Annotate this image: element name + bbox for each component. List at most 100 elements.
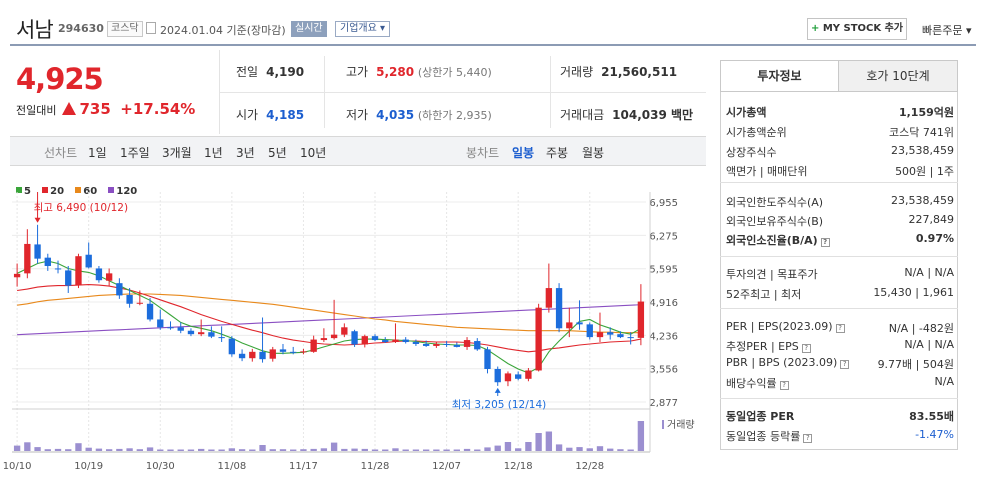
invest-row-label: 외국인한도주식수(A) (726, 196, 824, 209)
period-10y[interactable]: 10년 (300, 144, 326, 161)
annotation-arrow (34, 217, 41, 223)
candle-body (290, 351, 297, 353)
period-1y[interactable]: 1년 (204, 144, 223, 161)
volume-bar (269, 449, 276, 451)
change-value: 735 (79, 100, 111, 118)
volume-bar (596, 446, 604, 451)
x-tick-label: 10/30 (146, 461, 175, 472)
candle-body (126, 294, 133, 304)
volume-bar (95, 448, 103, 451)
candle-body (187, 330, 195, 335)
volume-bar (300, 449, 307, 451)
y-tick-label: 6,275 (649, 231, 678, 242)
help-icon[interactable]: ? (779, 381, 789, 390)
invest-row-value: 23,538,459 (891, 144, 954, 157)
candle-body (177, 327, 184, 331)
invest-row-label: 상장주식수 (726, 146, 777, 159)
invest-row-value: N/A | -482원 (888, 322, 954, 335)
x-tick-label: 11/28 (361, 461, 390, 472)
volume-bar (105, 449, 113, 451)
invest-row: 상장주식수 23,538,459 (726, 144, 954, 162)
y-tick-label: 6,955 (649, 198, 678, 209)
volume-bar (341, 448, 348, 451)
invest-row-value: 23,538,459 (891, 194, 954, 207)
invest-row: 배당수익률? N/A (726, 375, 954, 393)
period-5y[interactable]: 5년 (268, 144, 287, 161)
candle-daily[interactable]: 일봉 (512, 144, 534, 161)
add-mystock-button[interactable]: + MY STOCK 추가 (807, 18, 907, 40)
invest-row-label: 시가총액 (726, 106, 767, 119)
volume-bar (494, 445, 501, 451)
invest-row: 추정PER | EPS? N/A | N/A (726, 338, 954, 356)
invest-row-label: 액면가 | 매매단위 (726, 165, 808, 178)
invest-row-value: 9.77배 | 504원 (877, 358, 954, 371)
document-icon (146, 22, 156, 34)
volume-bar (627, 449, 634, 451)
candle-weekly[interactable]: 주봉 (546, 144, 568, 161)
period-3m[interactable]: 3개월 (162, 144, 192, 161)
quick-order-button[interactable]: 빠른주문 ▾ (922, 22, 972, 38)
x-tick-label: 10/19 (74, 461, 103, 472)
help-icon[interactable]: ? (803, 434, 813, 443)
price-block: 4,925 전일대비 735 +17.54% (10, 50, 220, 134)
invest-row-value: 15,430 | 1,961 (873, 286, 954, 299)
period-3y[interactable]: 3년 (236, 144, 255, 161)
candle-monthly[interactable]: 월봉 (582, 144, 604, 161)
invest-row: 투자의견 | 목표주가 N/A | N/A (726, 266, 954, 284)
candle-body (24, 243, 31, 274)
volume-bar (146, 447, 154, 451)
invest-row-label: 외국인소진율(B/A)? (726, 232, 830, 248)
tab-quote-10[interactable]: 호가 10단계 (839, 61, 957, 91)
candlestick-chart[interactable]: 2,877 3,556 4,236 4,916 5,595 6,275 6,955 최고 6,… (0, 180, 710, 482)
y-tick-label: 5,595 (649, 265, 678, 276)
candle-body (146, 303, 154, 320)
help-icon[interactable]: ? (840, 360, 850, 369)
header-bar: 서남 294630 코스닥 2024.01.04 기준(장마감) 실시간 기업개… (10, 8, 976, 46)
invest-row-value: 83.55배 (909, 410, 954, 423)
candle-body (320, 338, 328, 341)
volume-bar (218, 449, 225, 451)
candle-body (596, 332, 604, 338)
volume-bar (412, 449, 420, 451)
volume-bar (382, 449, 389, 451)
candle-body (116, 283, 123, 296)
help-icon[interactable]: ? (835, 324, 845, 333)
volume-bar (13, 445, 21, 451)
candle-body (504, 373, 512, 382)
help-icon[interactable]: ? (801, 344, 811, 353)
candle-body (402, 339, 409, 343)
x-tick-label: 11/17 (289, 461, 318, 472)
period-1d[interactable]: 1일 (88, 144, 107, 161)
divider (720, 256, 958, 257)
tab-invest-info[interactable]: 투자정보 (721, 61, 839, 91)
period-1w[interactable]: 1주일 (120, 144, 150, 161)
candle-body (443, 343, 450, 345)
volume-bar (484, 447, 491, 451)
open-price: 시가 4,185 (236, 108, 305, 122)
invest-row-label: 시가총액순위 (726, 126, 787, 139)
volume-bar (208, 449, 215, 451)
invest-row-value: N/A (934, 375, 954, 388)
volume-bar (249, 449, 256, 451)
candle-body (95, 268, 103, 281)
invest-row-label: 투자의견 | 목표주가 (726, 268, 818, 281)
candle-body (279, 349, 287, 352)
volume-bar (228, 448, 236, 451)
volume-bar (310, 448, 317, 451)
candle-body (228, 338, 236, 355)
invest-row: PER | EPS(2023.09)? N/A | -482원 (726, 320, 954, 338)
invest-row: 외국인보유주식수(B) 227,849 (726, 213, 954, 231)
company-info-button[interactable]: 기업개요 ▾ (335, 21, 390, 37)
invest-tabs: 투자정보 호가 10단계 (720, 60, 958, 92)
realtime-button[interactable]: 실시간 (291, 21, 327, 37)
volume-bar (187, 449, 195, 451)
candle-body (371, 336, 379, 341)
candle-body (607, 332, 614, 335)
help-icon[interactable]: ? (820, 238, 830, 247)
volume-bar (576, 447, 583, 451)
candle-body (515, 374, 522, 379)
invest-row-value: 227,849 (908, 213, 955, 226)
volume-bar (545, 431, 553, 451)
candle-body (576, 322, 583, 325)
invest-row-label: 동일업종 등락률? (726, 428, 813, 444)
